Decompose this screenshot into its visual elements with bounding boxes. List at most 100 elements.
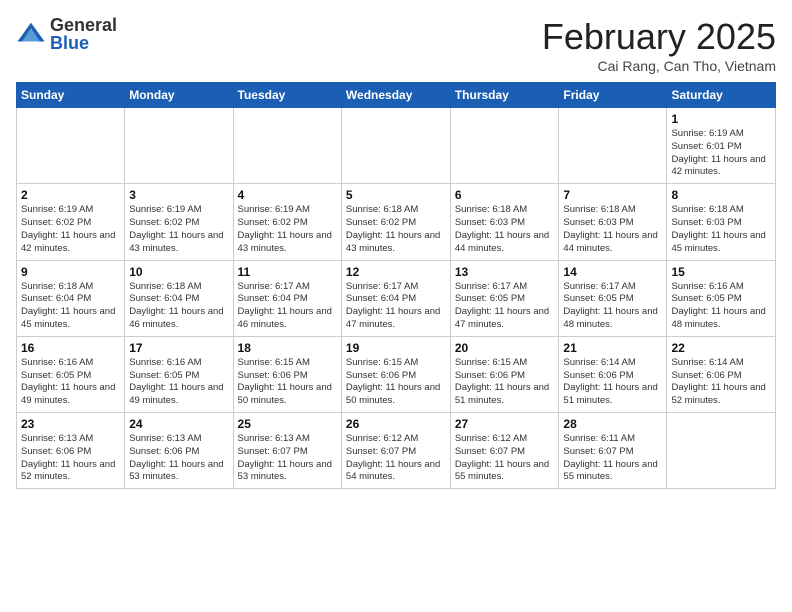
day-info: Sunrise: 6:19 AM Sunset: 6:02 PM Dayligh… — [129, 204, 228, 255]
day-info: Sunrise: 6:13 AM Sunset: 6:06 PM Dayligh… — [129, 433, 228, 484]
day-info: Sunrise: 6:15 AM Sunset: 6:06 PM Dayligh… — [455, 357, 555, 408]
logo-icon — [16, 19, 46, 49]
day-number: 5 — [346, 188, 446, 202]
day-cell: 11 Sunrise: 6:17 AM Sunset: 6:04 PM Dayli… — [233, 260, 341, 336]
day-number: 24 — [129, 417, 228, 431]
day-number: 9 — [21, 265, 120, 279]
day-info: Sunrise: 6:11 AM Sunset: 6:07 PM Dayligh… — [563, 433, 662, 484]
day-cell: 6Sunrise: 6:18 AM Sunset: 6:03 PM Daylig… — [450, 184, 559, 260]
day-number: 17 — [129, 341, 228, 355]
day-number: 11 — [238, 265, 337, 279]
day-info: Sunrise: 6:16 AM Sunset: 6:05 PM Dayligh… — [671, 281, 771, 332]
day-info: Sunrise: 6:19 AM Sunset: 6:01 PM Dayligh… — [671, 128, 771, 179]
weekday-header-row: SundayMondayTuesdayWednesdayThursdayFrid… — [17, 83, 776, 108]
day-info: Sunrise: 6:17 AM Sunset: 6:05 PM Dayligh… — [455, 281, 555, 332]
day-number: 27 — [455, 417, 555, 431]
day-info: Sunrise: 6:14 AM Sunset: 6:06 PM Dayligh… — [671, 357, 771, 408]
day-cell: 2 Sunrise: 6:19 AM Sunset: 6:02 PM Daylig… — [17, 184, 125, 260]
day-cell: 24 Sunrise: 6:13 AM Sunset: 6:06 PM Dayli… — [125, 413, 233, 489]
day-cell: 22 Sunrise: 6:14 AM Sunset: 6:06 PM Dayli… — [667, 336, 776, 412]
day-info: Sunrise: 6:12 AM Sunset: 6:07 PM Dayligh… — [455, 433, 555, 484]
day-cell: 15 Sunrise: 6:16 AM Sunset: 6:05 PM Dayli… — [667, 260, 776, 336]
week-row-5: 23 Sunrise: 6:13 AM Sunset: 6:06 PM Dayli… — [17, 413, 776, 489]
calendar: SundayMondayTuesdayWednesdayThursdayFrid… — [16, 82, 776, 489]
day-number: 16 — [21, 341, 120, 355]
weekday-header-saturday: Saturday — [667, 83, 776, 108]
day-cell: 3 Sunrise: 6:19 AM Sunset: 6:02 PM Daylig… — [125, 184, 233, 260]
location: Cai Rang, Can Tho, Vietnam — [542, 58, 776, 74]
day-info: Sunrise: 6:18 AM Sunset: 6:03 PM Dayligh… — [563, 204, 662, 255]
day-info: Sunrise: 6:18 AM Sunset: 6:04 PM Dayligh… — [21, 281, 120, 332]
day-cell — [233, 108, 341, 184]
day-cell: 1 Sunrise: 6:19 AM Sunset: 6:01 PM Daylig… — [667, 108, 776, 184]
weekday-header-sunday: Sunday — [17, 83, 125, 108]
day-info: Sunrise: 6:17 AM Sunset: 6:04 PM Dayligh… — [238, 281, 337, 332]
week-row-1: 1 Sunrise: 6:19 AM Sunset: 6:01 PM Daylig… — [17, 108, 776, 184]
day-number: 28 — [563, 417, 662, 431]
day-cell: 10Sunrise: 6:18 AM Sunset: 6:04 PM Dayli… — [125, 260, 233, 336]
day-number: 8 — [671, 188, 771, 202]
day-info: Sunrise: 6:18 AM Sunset: 6:02 PM Dayligh… — [346, 204, 446, 255]
logo-blue: Blue — [50, 34, 117, 52]
day-info: Sunrise: 6:18 AM Sunset: 6:03 PM Dayligh… — [671, 204, 771, 255]
day-cell: 12Sunrise: 6:17 AM Sunset: 6:04 PM Dayli… — [341, 260, 450, 336]
page-header: General Blue February 2025 Cai Rang, Can… — [16, 16, 776, 74]
title-block: February 2025 Cai Rang, Can Tho, Vietnam — [542, 16, 776, 74]
month-title: February 2025 — [542, 16, 776, 58]
day-cell: 16Sunrise: 6:16 AM Sunset: 6:05 PM Dayli… — [17, 336, 125, 412]
week-row-3: 9 Sunrise: 6:18 AM Sunset: 6:04 PM Daylig… — [17, 260, 776, 336]
day-number: 10 — [129, 265, 228, 279]
day-cell: 14Sunrise: 6:17 AM Sunset: 6:05 PM Dayli… — [559, 260, 667, 336]
day-cell — [559, 108, 667, 184]
day-cell: 5 Sunrise: 6:18 AM Sunset: 6:02 PM Daylig… — [341, 184, 450, 260]
day-cell — [450, 108, 559, 184]
weekday-header-friday: Friday — [559, 83, 667, 108]
day-number: 2 — [21, 188, 120, 202]
day-number: 1 — [671, 112, 771, 126]
day-cell — [17, 108, 125, 184]
day-info: Sunrise: 6:17 AM Sunset: 6:05 PM Dayligh… — [563, 281, 662, 332]
day-number: 19 — [346, 341, 446, 355]
week-row-2: 2 Sunrise: 6:19 AM Sunset: 6:02 PM Daylig… — [17, 184, 776, 260]
day-number: 15 — [671, 265, 771, 279]
day-cell: 19 Sunrise: 6:15 AM Sunset: 6:06 PM Dayli… — [341, 336, 450, 412]
day-number: 21 — [563, 341, 662, 355]
day-number: 26 — [346, 417, 446, 431]
day-info: Sunrise: 6:19 AM Sunset: 6:02 PM Dayligh… — [21, 204, 120, 255]
day-cell: 26 Sunrise: 6:12 AM Sunset: 6:07 PM Dayli… — [341, 413, 450, 489]
day-number: 12 — [346, 265, 446, 279]
day-cell: 18 Sunrise: 6:15 AM Sunset: 6:06 PM Dayli… — [233, 336, 341, 412]
day-number: 22 — [671, 341, 771, 355]
weekday-header-monday: Monday — [125, 83, 233, 108]
day-number: 13 — [455, 265, 555, 279]
day-info: Sunrise: 6:18 AM Sunset: 6:03 PM Dayligh… — [455, 204, 555, 255]
day-info: Sunrise: 6:13 AM Sunset: 6:06 PM Dayligh… — [21, 433, 120, 484]
logo-text: General Blue — [50, 16, 117, 52]
day-number: 20 — [455, 341, 555, 355]
weekday-header-tuesday: Tuesday — [233, 83, 341, 108]
day-cell: 7 Sunrise: 6:18 AM Sunset: 6:03 PM Daylig… — [559, 184, 667, 260]
day-info: Sunrise: 6:12 AM Sunset: 6:07 PM Dayligh… — [346, 433, 446, 484]
day-number: 18 — [238, 341, 337, 355]
day-cell: 21 Sunrise: 6:14 AM Sunset: 6:06 PM Dayli… — [559, 336, 667, 412]
weekday-header-wednesday: Wednesday — [341, 83, 450, 108]
day-number: 3 — [129, 188, 228, 202]
day-cell: 4 Sunrise: 6:19 AM Sunset: 6:02 PM Daylig… — [233, 184, 341, 260]
day-info: Sunrise: 6:14 AM Sunset: 6:06 PM Dayligh… — [563, 357, 662, 408]
day-info: Sunrise: 6:19 AM Sunset: 6:02 PM Dayligh… — [238, 204, 337, 255]
day-cell: 28 Sunrise: 6:11 AM Sunset: 6:07 PM Dayli… — [559, 413, 667, 489]
day-cell — [125, 108, 233, 184]
day-number: 23 — [21, 417, 120, 431]
day-info: Sunrise: 6:15 AM Sunset: 6:06 PM Dayligh… — [346, 357, 446, 408]
day-cell: 23 Sunrise: 6:13 AM Sunset: 6:06 PM Dayli… — [17, 413, 125, 489]
day-cell — [341, 108, 450, 184]
week-row-4: 16 Sunrise: 6:16 AM Sunset: 6:05 PM Dayli… — [17, 336, 776, 412]
day-info: Sunrise: 6:16 AM Sunset: 6:05 PM Dayligh… — [129, 357, 228, 408]
day-info: Sunrise: 6:15 AM Sunset: 6:06 PM Dayligh… — [238, 357, 337, 408]
logo-general: General — [50, 16, 117, 34]
day-number: 7 — [563, 188, 662, 202]
day-number: 4 — [238, 188, 337, 202]
day-cell: 27 Sunrise: 6:12 AM Sunset: 6:07 PM Dayli… — [450, 413, 559, 489]
logo: General Blue — [16, 16, 117, 52]
weekday-header-thursday: Thursday — [450, 83, 559, 108]
